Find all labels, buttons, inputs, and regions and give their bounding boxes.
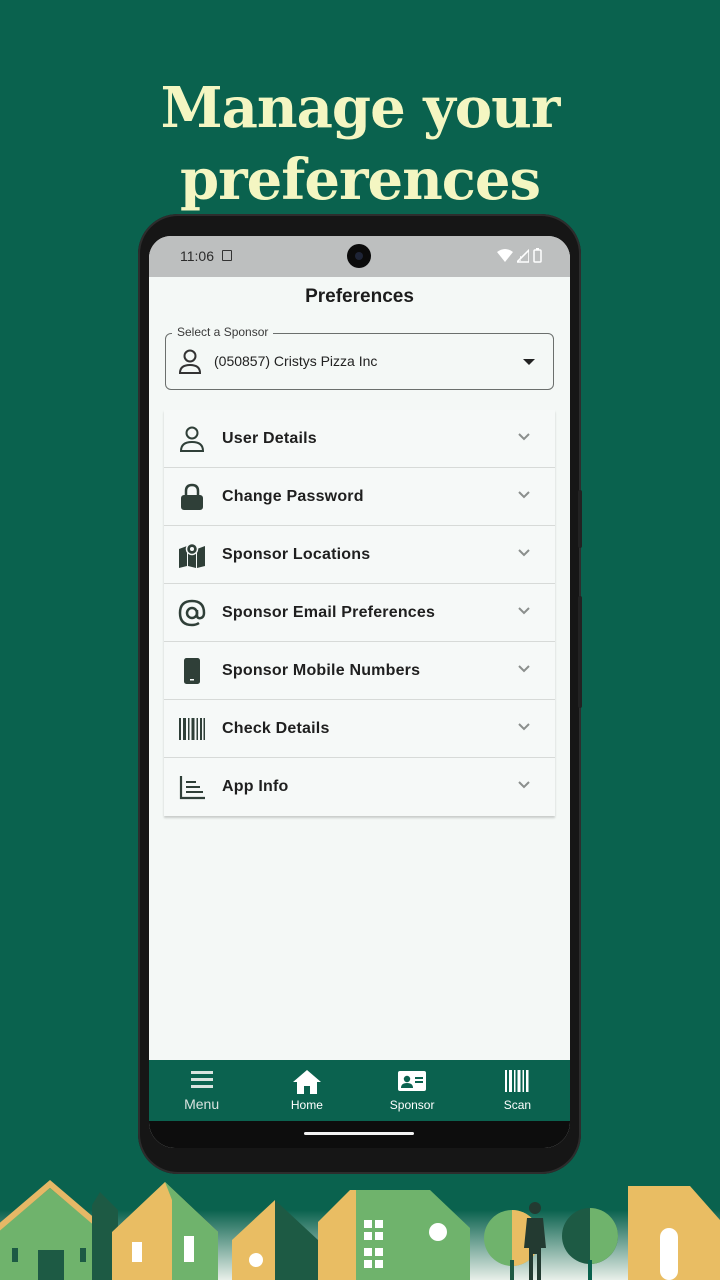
signal-icon: ! [517, 248, 529, 263]
preference-row-check-details[interactable]: Check Details [164, 700, 555, 758]
barcode-scan-icon [505, 1070, 529, 1092]
chevron-down-icon [518, 781, 530, 789]
barcode-icon [179, 718, 205, 740]
preference-label: Sponsor Locations [222, 546, 371, 563]
nav-sponsor-label: Sponsor [389, 1098, 435, 1112]
nav-scan[interactable]: Scan [465, 1060, 570, 1121]
chevron-down-icon [518, 433, 530, 441]
chevron-down-icon [518, 491, 530, 499]
chevron-down-icon [518, 549, 530, 557]
preference-label: User Details [222, 430, 317, 447]
promo-headline: Manage your preferences [0, 72, 720, 216]
preference-label: Check Details [222, 720, 330, 737]
nav-home[interactable]: Home [254, 1060, 359, 1121]
nav-scan-label: Scan [503, 1098, 532, 1112]
screenshot-icon [222, 250, 232, 261]
lock-icon [181, 483, 203, 510]
preference-label: App Info [222, 778, 289, 795]
preferences-list: User Details Change Password Sponsor Loc… [164, 410, 555, 816]
phone-volume-button [578, 596, 582, 708]
preference-row-change-password[interactable]: Change Password [164, 468, 555, 526]
battery-icon [533, 248, 542, 263]
town-illustration [0, 1180, 720, 1280]
home-gesture-bar[interactable] [304, 1132, 414, 1135]
headline-line-2: preferences [179, 147, 541, 213]
preference-label: Sponsor Mobile Numbers [222, 662, 421, 679]
chevron-down-icon [518, 723, 530, 731]
status-bar: 11:06 ! [149, 236, 570, 277]
bottom-nav: Menu Home Sponsor Scan [149, 1060, 570, 1121]
mobile-phone-icon [184, 658, 200, 684]
nav-menu[interactable]: Menu [149, 1060, 254, 1121]
nav-home-label: Home [290, 1098, 323, 1112]
status-icons: ! [497, 248, 542, 263]
headline-line-1: Manage your [160, 75, 561, 141]
chevron-down-icon [518, 665, 530, 673]
chart-icon [179, 776, 205, 800]
sponsor-select-value: (050857) Cristys Pizza Inc [214, 353, 378, 369]
preference-label: Change Password [222, 488, 364, 505]
dropdown-arrow-icon[interactable] [523, 359, 535, 365]
preference-row-mobile-numbers[interactable]: Sponsor Mobile Numbers [164, 642, 555, 700]
phone-side-button [578, 490, 582, 548]
gesture-area [149, 1121, 570, 1148]
person-icon [178, 349, 202, 374]
front-camera [347, 244, 371, 268]
preference-row-email-preferences[interactable]: Sponsor Email Preferences [164, 584, 555, 642]
nav-menu-label: Menu [184, 1096, 220, 1112]
wifi-icon [497, 248, 513, 262]
preference-label: Sponsor Email Preferences [222, 604, 436, 621]
status-time: 11:06 [180, 248, 214, 264]
menu-icon [190, 1071, 213, 1088]
at-sign-icon [178, 599, 206, 627]
preference-row-sponsor-locations[interactable]: Sponsor Locations [164, 526, 555, 584]
person-icon [179, 426, 205, 452]
home-icon [292, 1070, 321, 1094]
phone-screen: 11:06 ! Preferences (050857) Cristys Piz… [149, 236, 570, 1148]
chevron-down-icon [518, 607, 530, 615]
nav-sponsor[interactable]: Sponsor [360, 1060, 465, 1121]
sponsor-select[interactable]: (050857) Cristys Pizza Inc [165, 333, 554, 390]
preference-row-user-details[interactable]: User Details [164, 410, 555, 468]
preference-row-app-info[interactable]: App Info [164, 758, 555, 816]
svg-text:!: ! [519, 255, 522, 263]
sponsor-select-label: Select a Sponsor [172, 325, 274, 339]
id-card-icon [398, 1071, 427, 1091]
map-icon [179, 542, 205, 568]
page-title: Preferences [305, 286, 414, 307]
